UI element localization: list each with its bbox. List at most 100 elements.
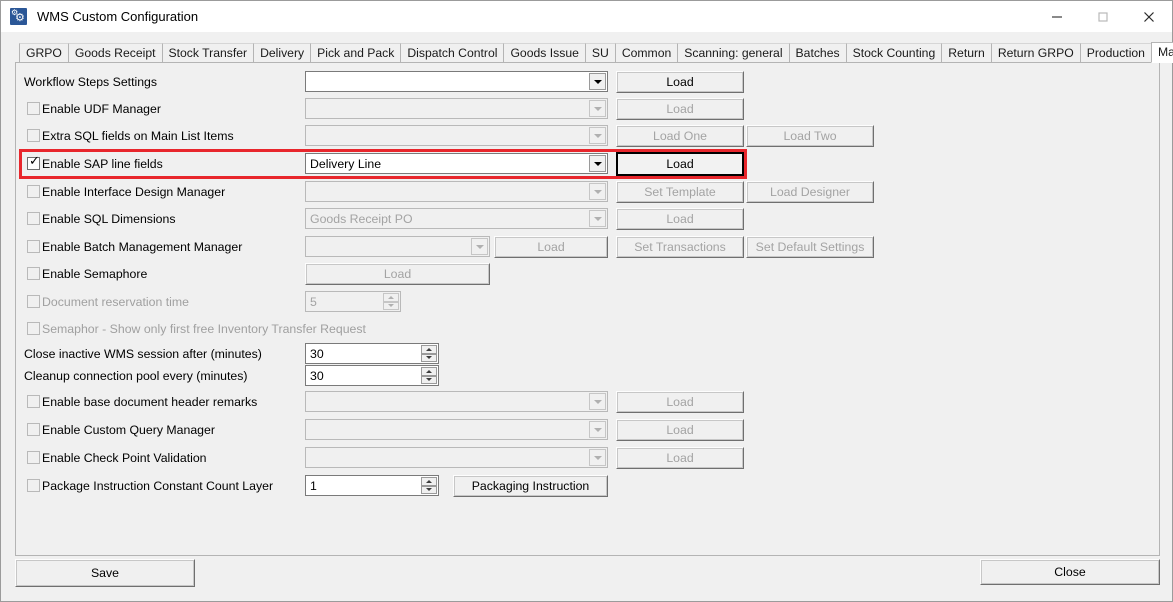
custom-query-manager-checkbox[interactable] [27, 423, 40, 436]
package-instruction-label: Package Instruction Constant Count Layer [42, 473, 273, 499]
load-designer-button[interactable]: Load Designer [746, 181, 874, 203]
tab-goods-issue[interactable]: Goods Issue [503, 43, 585, 62]
semaphore-checkbox[interactable] [27, 267, 40, 280]
batch-management-manager-combo[interactable] [305, 236, 490, 257]
footer-bar: Save Close [15, 559, 1160, 589]
sql-dimensions-checkbox[interactable] [27, 212, 40, 225]
semaphore-load-button[interactable]: Load [305, 263, 490, 285]
stepper-arrows-icon[interactable] [421, 345, 437, 362]
extra-sql-fields-combo[interactable] [305, 125, 608, 146]
row-extra-sql-fields: Extra SQL fields on Main List Items Load… [16, 123, 1159, 149]
semaphore-label: Enable Semaphore [42, 261, 147, 287]
set-transactions-button[interactable]: Set Transactions [616, 236, 744, 258]
tab-goods-receipt[interactable]: Goods Receipt [68, 43, 163, 62]
tab-batches[interactable]: Batches [789, 43, 847, 62]
stepper-arrows-icon[interactable] [421, 477, 437, 494]
base-document-header-remarks-combo[interactable] [305, 391, 608, 412]
sap-line-fields-checkbox[interactable]: ✓ [27, 157, 40, 170]
sap-line-fields-combo-value: Delivery Line [306, 157, 381, 171]
tab-return[interactable]: Return [941, 43, 992, 62]
tab-pick-and-pack[interactable]: Pick and Pack [310, 43, 401, 62]
semaphor-first-free-checkbox[interactable] [27, 322, 40, 335]
package-instruction-stepper[interactable]: 1 [305, 475, 439, 496]
udf-manager-combo[interactable] [305, 98, 608, 119]
manager-tab-panel: Workflow Steps Settings Load Enable UDF … [15, 62, 1160, 556]
interface-design-manager-checkbox[interactable] [27, 185, 40, 198]
extra-sql-fields-label: Extra SQL fields on Main List Items [42, 123, 234, 149]
tab-su[interactable]: SU [585, 43, 616, 62]
gear-icon: ⚙ ⚙ [10, 8, 27, 25]
cleanup-connection-pool-value: 30 [306, 369, 324, 383]
chevron-down-icon[interactable] [589, 183, 606, 200]
stepper-arrows-icon[interactable] [383, 293, 399, 310]
close-inactive-session-stepper[interactable]: 30 [305, 343, 439, 364]
tab-delivery[interactable]: Delivery [253, 43, 311, 62]
workflow-steps-load-button[interactable]: Load [616, 71, 744, 93]
sql-dimensions-load-button[interactable]: Load [616, 208, 744, 230]
packaging-instruction-button[interactable]: Packaging Instruction [453, 475, 608, 497]
batch-management-manager-checkbox[interactable] [27, 240, 40, 253]
row-custom-query-manager: Enable Custom Query Manager Load [16, 417, 1159, 443]
tab-grpo[interactable]: GRPO [19, 43, 69, 62]
row-sap-line-fields: ✓ Enable SAP line fields Delivery Line L… [16, 151, 1159, 177]
document-reservation-time-stepper[interactable]: 5 [305, 291, 401, 312]
close-button[interactable]: Close [980, 559, 1160, 585]
chevron-down-icon[interactable] [589, 210, 606, 227]
base-document-header-remarks-label: Enable base document header remarks [42, 389, 257, 415]
cleanup-connection-pool-stepper[interactable]: 30 [305, 365, 439, 386]
interface-design-manager-label: Enable Interface Design Manager [42, 179, 225, 205]
tab-stock-counting[interactable]: Stock Counting [846, 43, 943, 62]
minimize-icon[interactable] [1034, 1, 1080, 32]
interface-design-manager-combo[interactable] [305, 181, 608, 202]
check-point-validation-checkbox[interactable] [27, 451, 40, 464]
batch-management-load-button[interactable]: Load [494, 236, 608, 258]
chevron-down-icon[interactable] [589, 127, 606, 144]
stepper-arrows-icon[interactable] [421, 367, 437, 384]
chevron-down-icon[interactable] [589, 393, 606, 410]
save-button[interactable]: Save [15, 559, 195, 587]
row-cleanup-connection-pool: Cleanup connection pool every (minutes) … [16, 363, 1159, 389]
custom-query-manager-load-button[interactable]: Load [616, 419, 744, 441]
maximize-icon[interactable] [1080, 1, 1126, 32]
tab-return-grpo[interactable]: Return GRPO [991, 43, 1081, 62]
tab-production[interactable]: Production [1080, 43, 1152, 62]
udf-manager-label: Enable UDF Manager [42, 96, 161, 122]
udf-manager-load-button[interactable]: Load [616, 98, 744, 120]
tab-dispatch-control[interactable]: Dispatch Control [400, 43, 504, 62]
workflow-steps-combo[interactable] [305, 71, 608, 92]
row-udf-manager: Enable UDF Manager Load [16, 96, 1159, 122]
sap-line-fields-combo[interactable]: Delivery Line [305, 153, 608, 174]
udf-manager-checkbox[interactable] [27, 102, 40, 115]
load-two-button[interactable]: Load Two [746, 125, 874, 147]
set-default-settings-button[interactable]: Set Default Settings [746, 236, 874, 258]
chevron-down-icon[interactable] [471, 238, 488, 255]
workflow-steps-label: Workflow Steps Settings [24, 69, 157, 95]
chevron-down-icon[interactable] [589, 421, 606, 438]
sql-dimensions-combo[interactable]: Goods Receipt PO [305, 208, 608, 229]
base-document-header-remarks-checkbox[interactable] [27, 395, 40, 408]
base-document-header-remarks-load-button[interactable]: Load [616, 391, 744, 413]
close-icon[interactable] [1126, 1, 1172, 32]
set-template-button[interactable]: Set Template [616, 181, 744, 203]
check-point-validation-load-button[interactable]: Load [616, 447, 744, 469]
chevron-down-icon[interactable] [589, 449, 606, 466]
document-reservation-time-checkbox[interactable] [27, 295, 40, 308]
application-window: ⚙ ⚙ WMS Custom Configuration GRPO Goods … [0, 0, 1173, 602]
chevron-down-icon[interactable] [589, 100, 606, 117]
chevron-down-icon[interactable] [589, 155, 606, 172]
package-instruction-checkbox[interactable] [27, 479, 40, 492]
load-one-button[interactable]: Load One [616, 125, 744, 147]
extra-sql-fields-checkbox[interactable] [27, 129, 40, 142]
custom-query-manager-combo[interactable] [305, 419, 608, 440]
tab-common[interactable]: Common [615, 43, 678, 62]
tab-scanning-general[interactable]: Scanning: general [677, 43, 789, 62]
tab-strip[interactable]: GRPO Goods Receipt Stock Transfer Delive… [19, 42, 1172, 62]
tab-manager[interactable]: Manager [1151, 42, 1173, 63]
tab-stock-transfer[interactable]: Stock Transfer [162, 43, 255, 62]
window-title: WMS Custom Configuration [37, 9, 198, 24]
sap-line-fields-load-button[interactable]: Load [616, 152, 744, 176]
document-reservation-time-label: Document reservation time [42, 289, 189, 315]
chevron-down-icon[interactable] [589, 73, 606, 90]
sql-dimensions-label: Enable SQL Dimensions [42, 206, 176, 232]
check-point-validation-combo[interactable] [305, 447, 608, 468]
